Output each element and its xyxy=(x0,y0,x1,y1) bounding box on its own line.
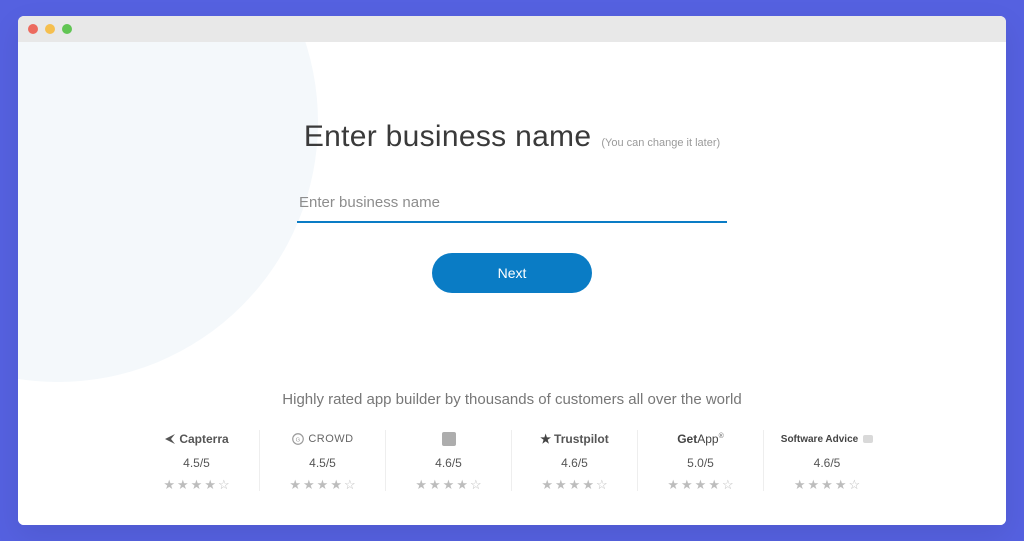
rating-score: 4.5/5 xyxy=(183,456,210,470)
heading-row: Enter business name (You can change it l… xyxy=(304,120,720,154)
star-icon: ★ xyxy=(541,478,553,491)
star-icon: ★ xyxy=(429,478,441,491)
rating-card-capterra: Capterra 4.5/5 ★ ★ ★ ★ ☆ xyxy=(134,430,260,491)
star-icon: ★ xyxy=(835,478,847,491)
window-minimize-icon[interactable] xyxy=(45,24,55,34)
star-icon: ★ xyxy=(794,478,806,491)
star-rating: ★ ★ ★ ★ ☆ xyxy=(541,478,607,491)
star-icon: ★ xyxy=(808,478,820,491)
star-icon: ★ xyxy=(569,478,581,491)
star-rating: ★ ★ ★ ★ ☆ xyxy=(667,478,733,491)
provider-name: CROWD xyxy=(308,433,353,445)
rating-card-facebook: 4.6/5 ★ ★ ★ ★ ☆ xyxy=(386,430,512,491)
star-rating: ★ ★ ★ ★ ☆ xyxy=(415,478,481,491)
star-icon: ★ xyxy=(667,478,679,491)
rating-score: 5.0/5 xyxy=(687,456,714,470)
browser-window: Enter business name (You can change it l… xyxy=(18,16,1006,525)
page-title: Enter business name xyxy=(304,120,592,154)
onboarding-form: Enter business name (You can change it l… xyxy=(18,42,1006,293)
star-half-icon: ☆ xyxy=(848,478,860,491)
rating-card-g2crowd: G CROWD 4.5/5 ★ ★ ★ ★ ☆ xyxy=(260,430,386,491)
capterra-arrow-icon xyxy=(164,433,176,445)
window-close-icon[interactable] xyxy=(28,24,38,34)
star-icon: ★ xyxy=(695,478,707,491)
page-subtitle: (You can change it later) xyxy=(601,137,720,149)
star-icon: ★ xyxy=(317,478,329,491)
star-icon: ★ xyxy=(177,478,189,491)
star-icon: ★ xyxy=(191,478,203,491)
sa-badge-icon xyxy=(863,435,873,443)
star-icon: ★ xyxy=(415,478,427,491)
facebook-logo xyxy=(442,430,456,448)
ratings-heading: Highly rated app builder by thousands of… xyxy=(18,391,1006,408)
rating-card-trustpilot: ★ Trustpilot 4.6/5 ★ ★ ★ ★ ☆ xyxy=(512,430,638,491)
next-button[interactable]: Next xyxy=(432,253,592,293)
trustpilot-logo: ★ Trustpilot xyxy=(540,430,608,448)
window-maximize-icon[interactable] xyxy=(62,24,72,34)
svg-text:G: G xyxy=(296,437,301,443)
star-icon: ★ xyxy=(555,478,567,491)
provider-name: Software Advice xyxy=(781,434,858,445)
star-rating: ★ ★ ★ ★ ☆ xyxy=(794,478,860,491)
rating-score: 4.6/5 xyxy=(435,456,462,470)
provider-name: Capterra xyxy=(179,432,228,446)
star-icon: ★ xyxy=(163,478,175,491)
provider-name: Trustpilot xyxy=(554,432,609,446)
capterra-logo: Capterra xyxy=(164,430,228,448)
star-half-icon: ☆ xyxy=(344,478,356,491)
star-half-icon: ☆ xyxy=(218,478,230,491)
g2-badge-icon: G xyxy=(291,432,305,446)
ratings-section: Highly rated app builder by thousands of… xyxy=(18,391,1006,491)
input-container xyxy=(297,188,727,223)
star-rating: ★ ★ ★ ★ ☆ xyxy=(289,478,355,491)
facebook-icon xyxy=(442,432,456,446)
star-rating: ★ ★ ★ ★ ☆ xyxy=(163,478,229,491)
trustpilot-star-icon: ★ xyxy=(540,432,551,446)
star-icon: ★ xyxy=(456,478,468,491)
g2crowd-logo: G CROWD xyxy=(291,430,353,448)
star-half-icon: ☆ xyxy=(470,478,482,491)
rating-score: 4.6/5 xyxy=(814,456,841,470)
window-titlebar xyxy=(18,16,1006,42)
softwareadvice-logo: Software Advice xyxy=(781,430,873,448)
getapp-logo: GetApp® xyxy=(677,430,724,448)
rating-card-getapp: GetApp® 5.0/5 ★ ★ ★ ★ ☆ xyxy=(638,430,764,491)
star-icon: ★ xyxy=(289,478,301,491)
star-half-icon: ☆ xyxy=(722,478,734,491)
star-icon: ★ xyxy=(708,478,720,491)
star-icon: ★ xyxy=(330,478,342,491)
star-icon: ★ xyxy=(681,478,693,491)
business-name-input[interactable] xyxy=(297,188,727,223)
star-icon: ★ xyxy=(821,478,833,491)
page-content: Enter business name (You can change it l… xyxy=(18,42,1006,525)
rating-card-softwareadvice: Software Advice 4.6/5 ★ ★ ★ ★ ☆ xyxy=(764,430,890,491)
ratings-row: Capterra 4.5/5 ★ ★ ★ ★ ☆ G CROWD xyxy=(18,430,1006,491)
star-icon: ★ xyxy=(443,478,455,491)
star-icon: ★ xyxy=(303,478,315,491)
star-icon: ★ xyxy=(582,478,594,491)
star-icon: ★ xyxy=(204,478,216,491)
rating-score: 4.5/5 xyxy=(309,456,336,470)
star-half-icon: ☆ xyxy=(596,478,608,491)
rating-score: 4.6/5 xyxy=(561,456,588,470)
